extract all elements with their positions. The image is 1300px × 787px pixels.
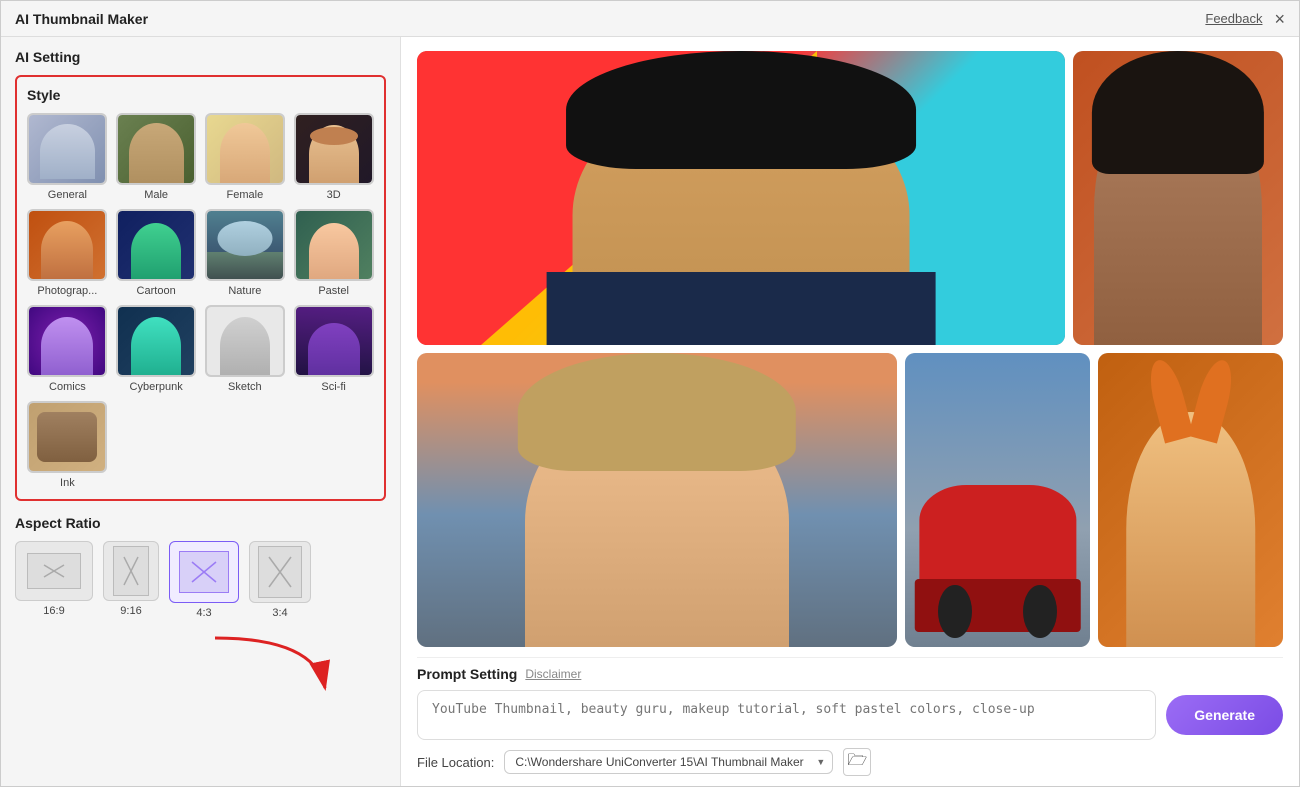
feedback-link[interactable]: Feedback: [1205, 11, 1262, 26]
style-thumb-general: [27, 113, 107, 185]
style-label-male: Male: [144, 189, 168, 201]
style-label-comics: Comics: [49, 381, 86, 393]
aspect-item-4-3[interactable]: 4:3: [169, 541, 239, 619]
ai-setting-title: AI Setting: [15, 49, 386, 65]
style-item-pastel[interactable]: Pastel: [293, 209, 374, 297]
file-location-label: File Location:: [417, 755, 494, 770]
prompt-input[interactable]: [417, 690, 1156, 740]
style-label-female: Female: [227, 189, 264, 201]
aspect-ratio-title: Aspect Ratio: [15, 515, 386, 531]
aspect-box-3-4: [249, 541, 311, 603]
style-item-female[interactable]: Female: [205, 113, 286, 201]
style-item-photography[interactable]: Photograp...: [27, 209, 108, 297]
gallery-bottom-mid-image[interactable]: [905, 353, 1090, 647]
style-thumb-sketch: [205, 305, 285, 377]
style-label-nature: Nature: [228, 285, 261, 297]
gallery-area: [417, 51, 1283, 647]
file-location-row: File Location: C:\Wondershare UniConvert…: [417, 748, 1283, 776]
style-thumb-male: [116, 113, 196, 185]
style-label-3d: 3D: [327, 189, 341, 201]
aspect-label-16-9: 16:9: [43, 605, 64, 617]
main-content: AI Setting Style General: [1, 37, 1299, 786]
style-label-cyberpunk: Cyberpunk: [130, 381, 183, 393]
app-title: AI Thumbnail Maker: [15, 11, 148, 27]
aspect-label-3-4: 3:4: [272, 607, 287, 619]
style-label-scifi: Sci-fi: [321, 381, 345, 393]
aspect-box-9-16: [103, 541, 159, 601]
generate-button[interactable]: Generate: [1166, 695, 1283, 735]
left-panel: AI Setting Style General: [1, 37, 401, 786]
style-thumb-cartoon: [116, 209, 196, 281]
style-section: Style General: [15, 75, 386, 501]
style-thumb-scifi: [294, 305, 374, 377]
style-item-cyberpunk[interactable]: Cyberpunk: [116, 305, 197, 393]
style-item-general[interactable]: General: [27, 113, 108, 201]
style-item-cartoon[interactable]: Cartoon: [116, 209, 197, 297]
aspect-inner-16-9: [27, 553, 81, 589]
gallery-bottom-row: [417, 353, 1283, 647]
style-thumb-ink: [27, 401, 107, 473]
gallery-bottom-main-image[interactable]: [417, 353, 897, 647]
aspect-label-9-16: 9:16: [120, 605, 141, 617]
disclaimer-link[interactable]: Disclaimer: [525, 667, 581, 681]
aspect-item-16-9[interactable]: 16:9: [15, 541, 93, 619]
style-item-nature[interactable]: Nature: [205, 209, 286, 297]
style-item-comics[interactable]: Comics: [27, 305, 108, 393]
aspect-item-3-4[interactable]: 3:4: [249, 541, 311, 619]
style-item-3d[interactable]: 3D: [293, 113, 374, 201]
style-label-general: General: [48, 189, 87, 201]
folder-button[interactable]: 🗁: [843, 748, 871, 776]
style-thumb-nature: [205, 209, 285, 281]
right-panel: Prompt Setting Disclaimer Generate File …: [401, 37, 1299, 786]
aspect-inner-3-4: [258, 546, 302, 598]
aspect-box-16-9: [15, 541, 93, 601]
close-button[interactable]: ×: [1274, 10, 1285, 28]
style-label-pastel: Pastel: [318, 285, 349, 297]
style-item-ink[interactable]: Ink: [27, 401, 108, 489]
style-label-ink: Ink: [60, 477, 75, 489]
prompt-setting-title: Prompt Setting: [417, 666, 517, 682]
style-item-sketch[interactable]: Sketch: [205, 305, 286, 393]
style-label: Style: [27, 87, 374, 103]
aspect-inner-4-3: [179, 551, 229, 593]
style-label-sketch: Sketch: [228, 381, 262, 393]
style-thumb-cyberpunk: [116, 305, 196, 377]
prompt-row: Generate: [417, 690, 1283, 740]
style-item-male[interactable]: Male: [116, 113, 197, 201]
style-thumb-female: [205, 113, 285, 185]
aspect-ratio-section: Aspect Ratio 16:9: [15, 515, 386, 619]
style-item-scifi[interactable]: Sci-fi: [293, 305, 374, 393]
prompt-header: Prompt Setting Disclaimer: [417, 666, 1283, 682]
aspect-ratio-grid: 16:9 9:16: [15, 541, 386, 619]
style-thumb-photography: [27, 209, 107, 281]
folder-icon: 🗁: [847, 749, 867, 776]
aspect-label-4-3: 4:3: [196, 607, 211, 619]
aspect-box-4-3: [169, 541, 239, 603]
style-grid: General Male: [27, 113, 374, 489]
gallery-top-right-image[interactable]: [1073, 51, 1283, 345]
gallery-main-image[interactable]: [417, 51, 1065, 345]
file-location-select-wrapper: C:\Wondershare UniConverter 15\AI Thumbn…: [504, 750, 833, 774]
style-thumb-pastel: [294, 209, 374, 281]
title-bar-actions: Feedback ×: [1205, 10, 1285, 28]
title-bar: AI Thumbnail Maker Feedback ×: [1, 1, 1299, 37]
aspect-inner-9-16: [113, 546, 149, 596]
style-thumb-comics: [27, 305, 107, 377]
gallery-bottom-right-image[interactable]: [1098, 353, 1283, 647]
prompt-section: Prompt Setting Disclaimer Generate File …: [417, 657, 1283, 776]
style-label-cartoon: Cartoon: [137, 285, 176, 297]
aspect-item-9-16[interactable]: 9:16: [103, 541, 159, 619]
style-label-photography: Photograp...: [37, 285, 97, 297]
file-location-select[interactable]: C:\Wondershare UniConverter 15\AI Thumbn…: [504, 750, 833, 774]
style-thumb-3d: [294, 113, 374, 185]
app-window: AI Thumbnail Maker Feedback × AI Setting…: [0, 0, 1300, 787]
